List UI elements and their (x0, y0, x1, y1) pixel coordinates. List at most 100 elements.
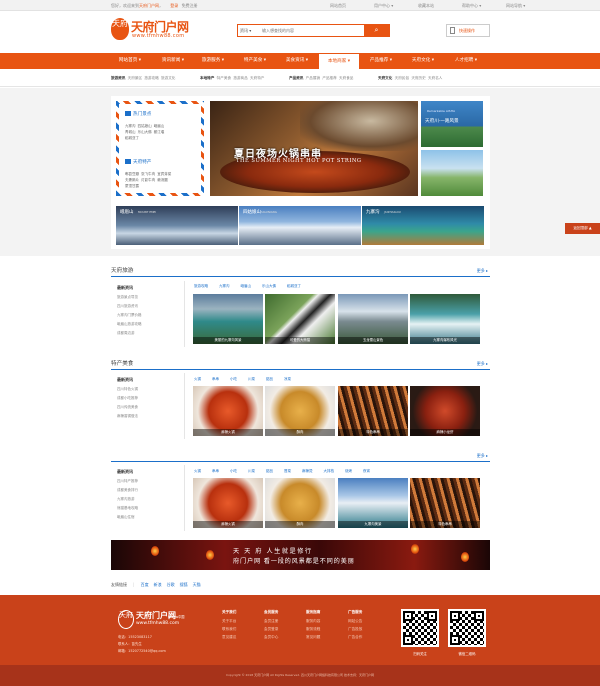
back-to-top-button[interactable]: 返回顶部 ▲ (565, 223, 600, 234)
thumb-siguniang[interactable]: 四姑娘山 SIGUNIANG (239, 206, 361, 245)
tab[interactable]: 川菜 (248, 469, 255, 474)
subnav-item[interactable]: 天府特产 (250, 76, 264, 80)
card-section-hot[interactable]: 热门景点 (125, 111, 151, 117)
top-link-help[interactable]: 帮助中心 ▾ (462, 0, 506, 11)
footer-link[interactable]: 常见问题 (306, 635, 320, 640)
list-item[interactable]: 熊猫基地攻略 (117, 506, 138, 511)
friend-link[interactable]: 天猫 (193, 582, 201, 587)
search-input[interactable] (262, 26, 362, 35)
tab[interactable]: 大排档 (324, 469, 335, 474)
list-item[interactable]: 成都周边游 (117, 331, 135, 336)
photo-card[interactable]: 麻辣火锅 (193, 386, 263, 436)
subnav-item[interactable]: 天府景区 (128, 76, 142, 80)
side-image-grassland[interactable] (421, 150, 483, 196)
promo-banner[interactable]: 天 天 府 人生就是修行 府门户网 看一段的风景都是不同的美丽 (111, 540, 490, 570)
photo-card[interactable]: 九寨沟瀑布风光 (410, 294, 480, 344)
tab[interactable]: 串串 (212, 469, 219, 474)
list-item[interactable]: 九寨沟门票价格 (117, 313, 142, 318)
subnav-item[interactable]: 旅游攻略 (144, 76, 158, 80)
register-link[interactable]: 免费注册 (182, 3, 198, 8)
list-item[interactable]: 成都小吃推荐 (117, 396, 138, 401)
card-row[interactable]: 郫县豆瓣 张飞牛肉 宜宾芽菜 (125, 172, 171, 177)
photo-card[interactable]: 玉龙雪山景色 (338, 294, 408, 344)
footer-link[interactable]: 意见建议 (222, 635, 236, 640)
photo-card[interactable]: 九寨沟美景 (338, 478, 408, 528)
nav-item-jobs[interactable]: 人才招聘 ▾ (446, 53, 486, 69)
photo-card[interactable]: 美丽的九寨沟风景 (193, 294, 263, 344)
subnav-item[interactable]: 特产美食 (217, 76, 231, 80)
tab[interactable]: 凉菜 (284, 377, 291, 382)
subnav-title[interactable]: 本地特产 (200, 76, 214, 80)
quick-action-button[interactable]: 快速操作 (446, 24, 490, 37)
list-item[interactable]: 四川旅游资讯 (117, 304, 138, 309)
tab[interactable]: 串串 (212, 377, 219, 382)
section-more-link[interactable]: 更多 ▸ (477, 359, 488, 369)
nav-item-local[interactable]: 本地商家 ▾ (319, 54, 359, 69)
list-item[interactable]: 麻辣香锅做法 (117, 414, 138, 419)
subnav-item[interactable]: 天府历史 (411, 76, 425, 80)
list-item[interactable]: 四川特色火锅 (117, 387, 138, 392)
list-item[interactable]: 四川特产推荐 (117, 479, 138, 484)
footer-link[interactable]: 关于平台 (222, 619, 236, 624)
tab[interactable]: 火锅 (194, 377, 201, 382)
logo-emblem[interactable]: 天府 (111, 18, 129, 40)
photo-card[interactable]: 特色串串 (338, 386, 408, 436)
subnav-item[interactable]: 天府食品 (339, 76, 353, 80)
nav-item-recommend[interactable]: 产品推荐 ▾ (361, 53, 401, 69)
subnav-item[interactable]: 旅游文化 (161, 76, 175, 80)
nav-item-food[interactable]: 美食资讯 ▾ (277, 53, 317, 69)
card-row[interactable]: 夫妻肺片 灯影牛肉 赖汤圆 (125, 178, 168, 183)
subnav-item[interactable]: 产品推荐 (322, 76, 336, 80)
card-row[interactable]: 稻城亚丁 (125, 136, 139, 141)
search-button[interactable]: ⌕ (364, 25, 389, 36)
footer-link[interactable]: 会员登录 (264, 627, 278, 632)
photo-card[interactable]: 酥肉 (265, 386, 335, 436)
photo-card[interactable]: 可爱的大熊猫 (265, 294, 335, 344)
friend-link[interactable]: 新浪 (154, 582, 162, 587)
subnav-title[interactable]: 旅游资讯 (111, 76, 125, 80)
tab[interactable]: 川菜 (248, 377, 255, 382)
list-item[interactable]: 四川传统美食 (117, 405, 138, 410)
card-section-specialty[interactable]: 天府特产 (125, 159, 151, 165)
list-item[interactable]: 成都美食排行 (117, 488, 138, 493)
tab[interactable]: 甜品 (266, 377, 273, 382)
thumb-emei[interactable]: 峨眉山 MOUNT EMEI (116, 206, 238, 245)
top-link-home[interactable]: 网站首页 (330, 0, 374, 11)
top-link-sitemap[interactable]: 网站导航 ▾ (506, 0, 550, 11)
subnav-item[interactable]: 天府民俗 (395, 76, 409, 80)
tab[interactable]: 火锅 (194, 469, 201, 474)
nav-item-home[interactable]: 网站首页 ▾ (110, 53, 150, 69)
photo-card[interactable]: 酥肉 (265, 478, 335, 528)
list-item[interactable]: 旅游景点导览 (117, 295, 138, 300)
footer-link[interactable]: 广告合作 (348, 635, 362, 640)
tab[interactable]: 峨眉山 (241, 284, 252, 289)
section-more-link[interactable]: 更多 ▸ (477, 451, 488, 461)
photo-card[interactable]: 麻辣小龙虾 (410, 386, 480, 436)
nav-item-products[interactable]: 特产美食 ▾ (235, 53, 275, 69)
thumb-jiuzhaigou[interactable]: 九寨沟 JIUZHAIGOU (362, 206, 484, 245)
top-link-favorite[interactable]: 收藏本站 (418, 0, 462, 11)
tab[interactable]: 小吃 (230, 469, 237, 474)
subnav-item[interactable]: 产品展销 (306, 76, 320, 80)
nav-item-news[interactable]: 资讯新闻 ▾ (153, 53, 193, 69)
tab[interactable]: 旅游攻略 (194, 284, 208, 289)
footer-link[interactable]: 会员注册 (264, 619, 278, 624)
tab[interactable]: 乐山大佛 (262, 284, 276, 289)
subnav-item[interactable]: 天府名人 (428, 76, 442, 80)
hero-banner[interactable]: 夏日夜场火锅串串 THE SUMMER NIGHT HOT POT STRING (210, 101, 418, 196)
footer-link[interactable]: 联系我们 (222, 627, 236, 632)
search-category-select[interactable]: 资讯 ▾ (240, 25, 251, 36)
subnav-item[interactable]: 旅游商品 (233, 76, 247, 80)
section-more-link[interactable]: 更多 ▸ (477, 266, 488, 276)
footer-link[interactable]: 服务流程 (306, 627, 320, 632)
footer-link[interactable]: 广告投放 (348, 627, 362, 632)
subnav-title[interactable]: 天府文化 (378, 76, 392, 80)
photo-card[interactable]: 特色串串 (410, 478, 480, 528)
tab[interactable]: 夜宵 (363, 469, 370, 474)
footer-link[interactable]: 服务内容 (306, 619, 320, 624)
nav-item-travel[interactable]: 旅游服务 ▾ (193, 53, 233, 69)
list-item[interactable]: 峨眉山住宿 (117, 515, 135, 520)
tab[interactable]: 甜品 (266, 469, 273, 474)
list-item[interactable]: 峨眉山旅游攻略 (117, 322, 142, 327)
tab[interactable]: 冒菜 (284, 469, 291, 474)
